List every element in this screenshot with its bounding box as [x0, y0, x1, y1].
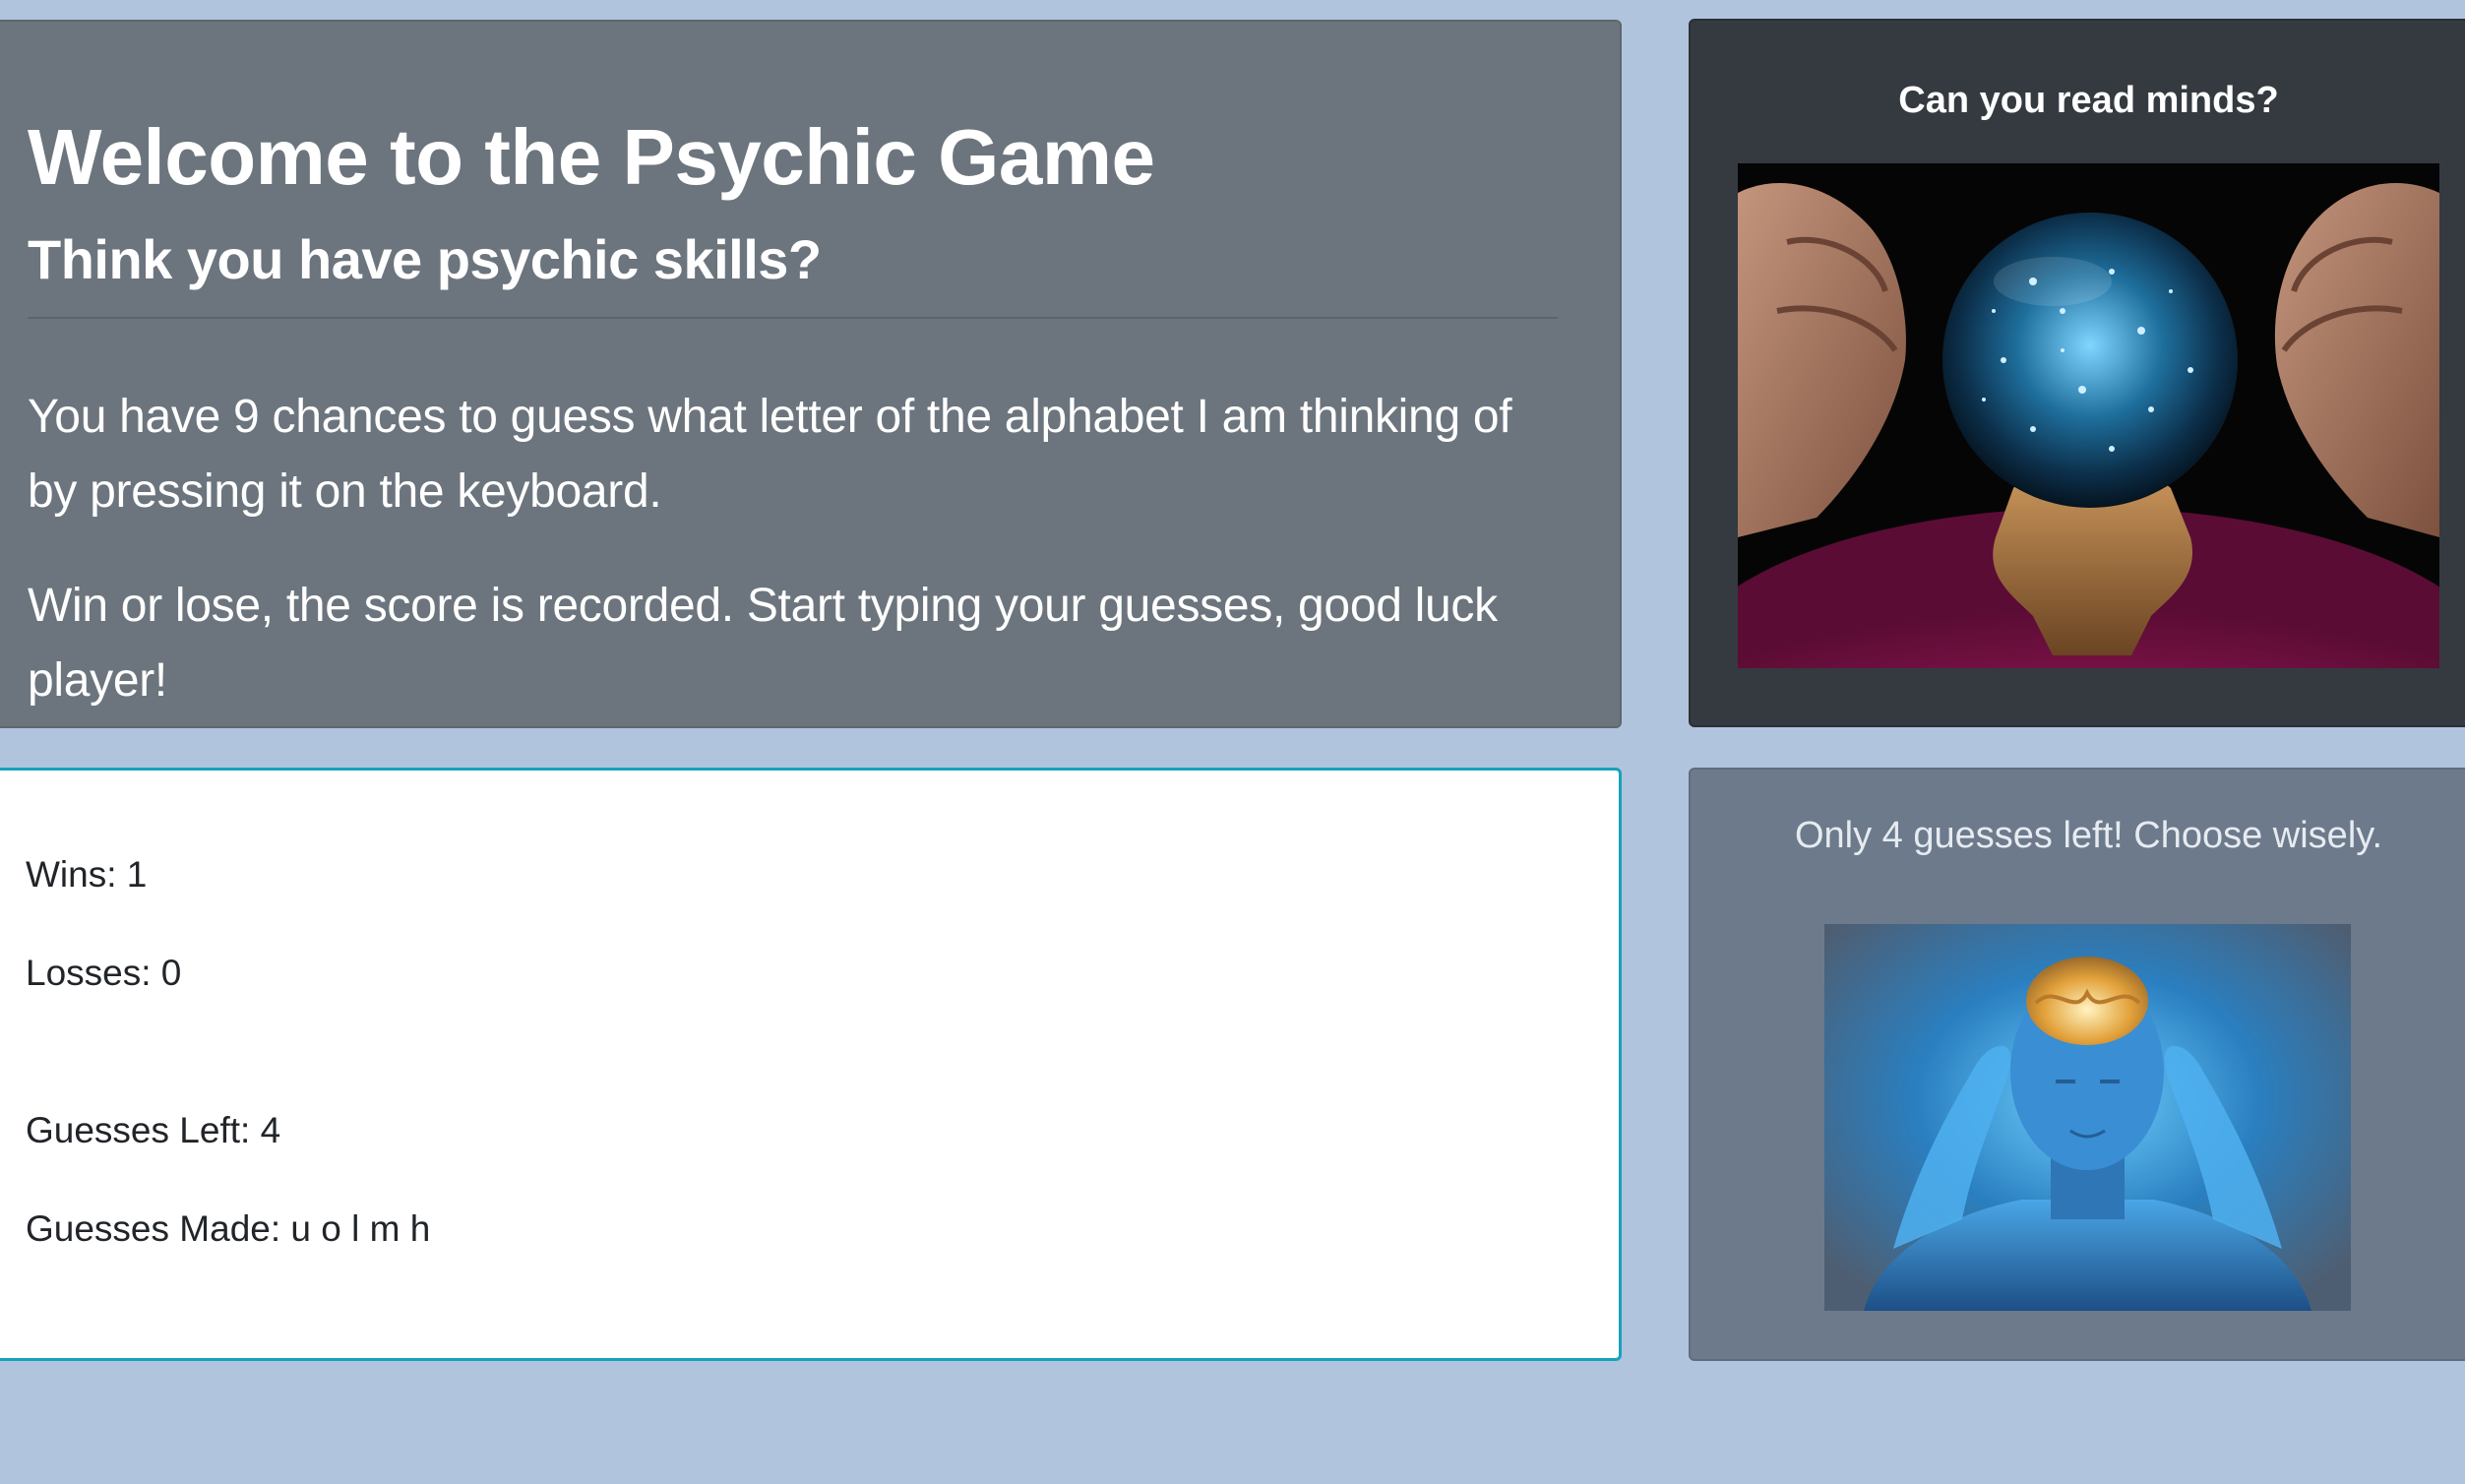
crystal-ball-image [1738, 163, 2439, 668]
page-subtitle: Think you have psychic skills? [28, 228, 822, 290]
card-title: Can you read minds? [1898, 80, 2279, 121]
scoring-text: Win or lose, the score is recorded. Star… [28, 580, 1498, 707]
wins-counter: Wins: 1 [26, 854, 148, 895]
page-title: Welcome to the Psychic Game [28, 113, 1155, 201]
divider [28, 317, 1558, 319]
guesses-left-counter: Guesses Left: 4 [26, 1110, 281, 1150]
hint-card: Only 4 guesses left! Choose wisely. [1689, 768, 2465, 1361]
glowing-head-image [1824, 924, 2351, 1311]
instructions-text: You have 9 chances to guess what letter … [28, 391, 1512, 518]
hint-message: Only 4 guesses left! Choose wisely. [1794, 815, 2382, 856]
mind-reading-card: Can you read minds? [1689, 19, 2465, 727]
scoreboard-panel [0, 768, 1622, 1361]
guesses-made-list: Guesses Made: u o l m h [26, 1208, 431, 1249]
intro-jumbotron: Welcome to the Psychic Game Think you ha… [0, 20, 1622, 728]
losses-counter: Losses: 0 [26, 953, 182, 993]
